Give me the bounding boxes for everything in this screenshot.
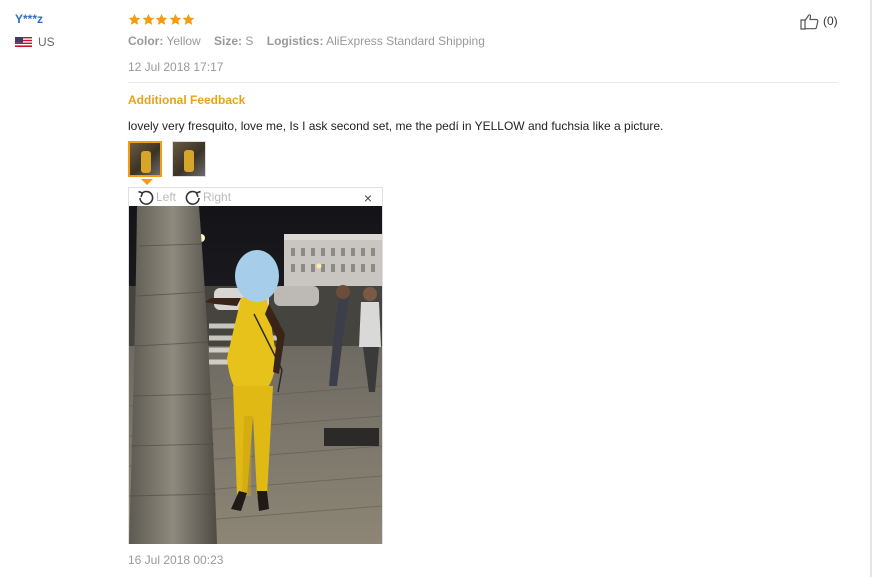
rotate-left-button[interactable]: Left: [137, 189, 176, 206]
close-icon: ×: [363, 190, 372, 206]
star-icon: [155, 13, 168, 25]
review-photo[interactable]: [129, 206, 382, 544]
star-icon: [182, 13, 195, 25]
thumbnail-caret: [141, 179, 153, 185]
rotate-right-button[interactable]: Right: [184, 189, 231, 206]
color-value: Yellow: [166, 34, 201, 48]
star-icon: [128, 13, 141, 25]
us-flag-icon: [15, 37, 32, 47]
country-label: US: [38, 35, 55, 49]
helpful-count: (0): [823, 14, 838, 28]
size-value: S: [245, 34, 254, 48]
logistics-value: AliExpress Standard Shipping: [326, 34, 485, 48]
helpful-button[interactable]: (0): [800, 12, 838, 30]
thumbnail-figure: [141, 151, 151, 173]
viewer-toolbar: Left Right ×: [129, 188, 382, 206]
rotate-right-icon: [185, 190, 201, 205]
section-divider: [128, 82, 838, 83]
photo-thumbnail-1[interactable]: [128, 141, 162, 177]
photo-thumbnails: [128, 141, 216, 177]
rotate-left-label: Left: [156, 190, 177, 204]
additional-feedback-heading: Additional Feedback: [128, 93, 246, 107]
star-rating: [128, 10, 838, 28]
star-icon: [142, 13, 154, 25]
additional-feedback-text: lovely very fresquito, love me, Is I ask…: [128, 119, 664, 133]
size-label: Size:: [214, 34, 243, 48]
close-viewer-button[interactable]: ×: [364, 191, 372, 205]
thumbnail-figure: [184, 150, 194, 172]
logistics-label: Logistics:: [266, 34, 324, 48]
photo-viewer: Left Right ×: [128, 187, 383, 544]
additional-feedback-date: 16 Jul 2018 00:23: [128, 553, 224, 567]
rotate-left-icon: [138, 190, 154, 205]
color-label: Color:: [128, 34, 164, 48]
review-block: Color: Yellow Size: S Logistics: AliExpr…: [128, 10, 838, 74]
review-date: 12 Jul 2018 17:17: [128, 60, 224, 74]
star-icon: [169, 13, 181, 25]
thumbs-up-icon: [800, 14, 819, 30]
reviewer-name[interactable]: Y***z: [15, 12, 55, 26]
photo-thumbnail-2[interactable]: [172, 141, 206, 177]
reviewer-info: Y***z US: [15, 12, 55, 49]
reviewer-country: US: [15, 35, 55, 49]
rotate-right-label: Right: [203, 190, 232, 204]
order-attributes: Color: Yellow Size: S Logistics: AliExpr…: [128, 34, 838, 48]
